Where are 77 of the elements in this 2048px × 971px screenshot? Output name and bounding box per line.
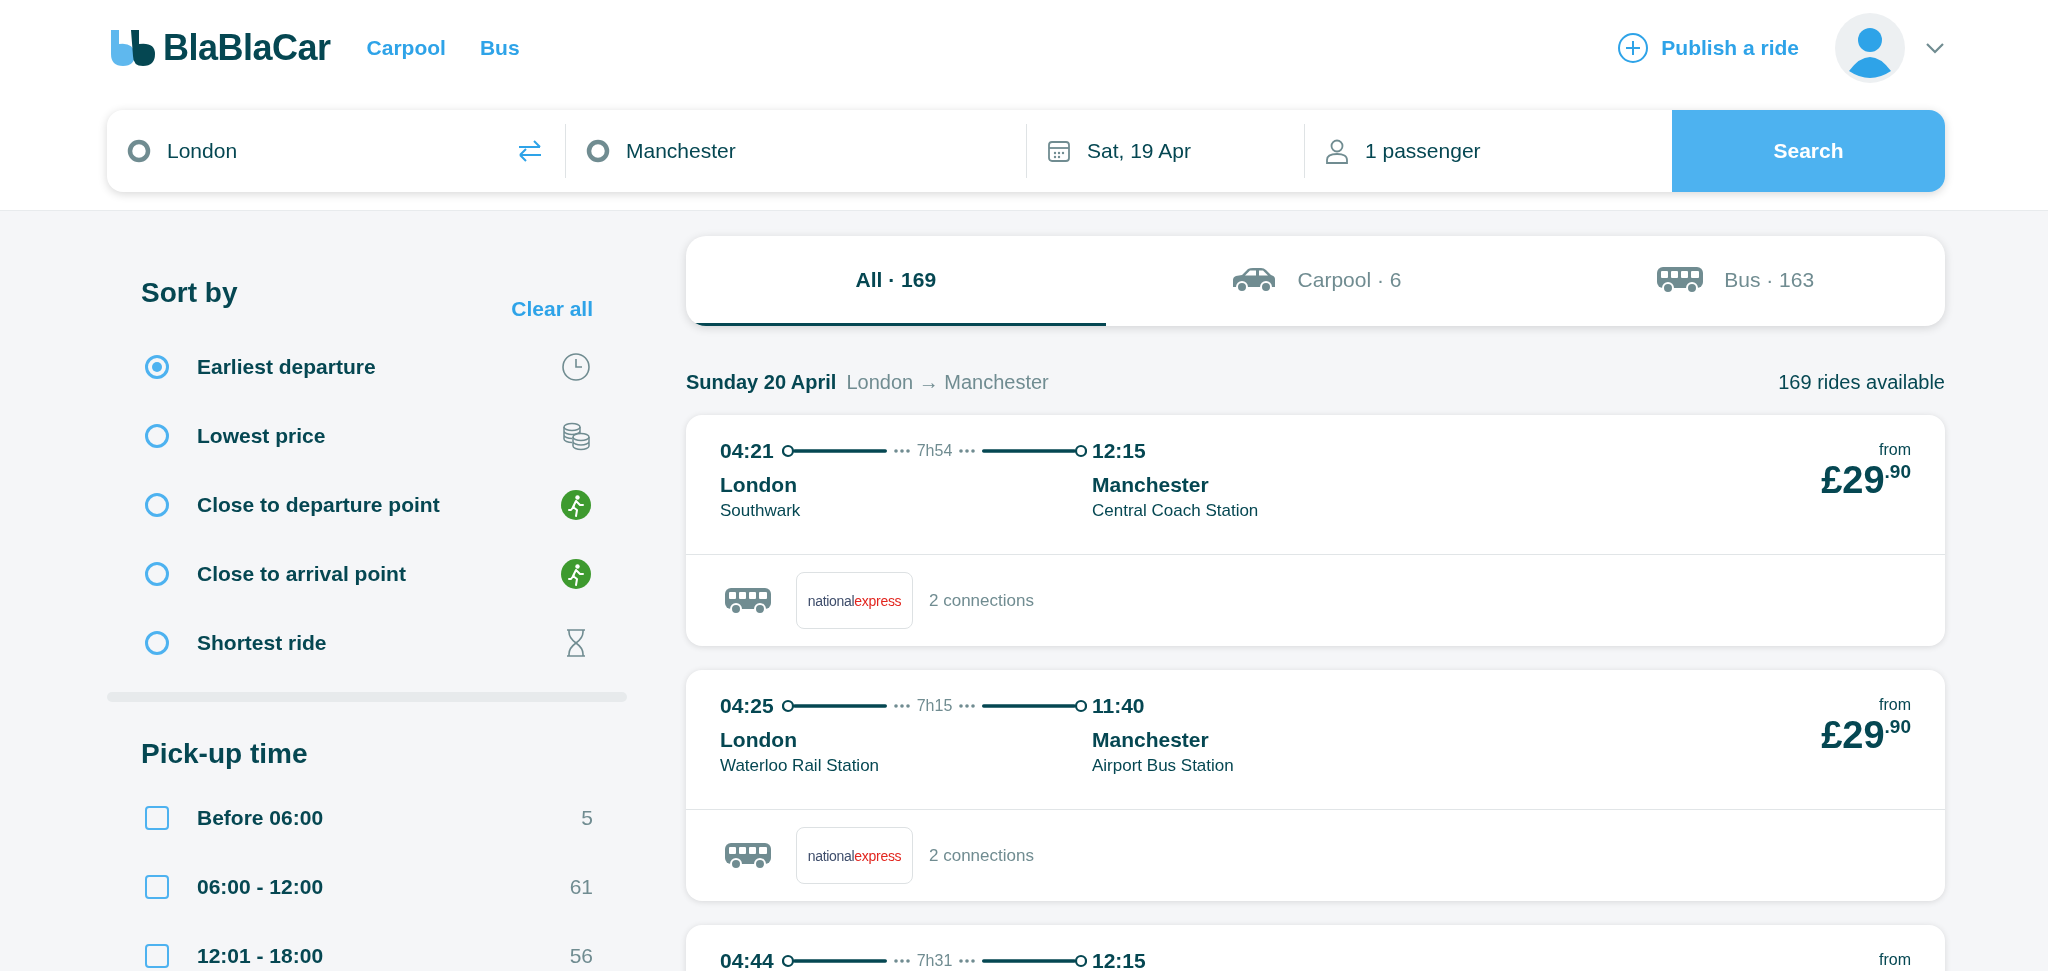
departure-time: 04:44 bbox=[720, 949, 774, 971]
chevron-down-icon[interactable] bbox=[1925, 42, 1945, 54]
walking-person-icon bbox=[561, 559, 591, 589]
radio-button[interactable] bbox=[145, 355, 169, 379]
checkbox[interactable] bbox=[145, 944, 169, 968]
plus-circle-icon bbox=[1617, 32, 1650, 64]
option-label[interactable]: 06:00 - 12:00 bbox=[197, 875, 570, 899]
option-count: 56 bbox=[569, 944, 593, 968]
brand-name[interactable]: BlaBlaCar bbox=[163, 27, 331, 69]
swap-icon bbox=[517, 139, 543, 163]
tab[interactable]: All · 169 bbox=[686, 236, 1106, 326]
coins-icon bbox=[561, 421, 591, 451]
departure-city: London bbox=[720, 728, 798, 752]
price-label: from bbox=[1879, 951, 1911, 969]
arrival-time: 11:40 bbox=[1092, 694, 1145, 718]
avatar-icon[interactable] bbox=[1835, 13, 1905, 83]
option-label[interactable]: Shortest ride bbox=[197, 631, 561, 655]
departure-station: Southwark bbox=[720, 501, 802, 521]
radio-button[interactable] bbox=[145, 631, 169, 655]
walking-person-icon bbox=[561, 490, 591, 520]
section-title: Pick-up time bbox=[141, 738, 309, 770]
arrival-time: 12:15 bbox=[1092, 949, 1146, 971]
arrival-city: Manchester bbox=[1092, 728, 1210, 752]
ride-card[interactable]: 04:25 7h15 11:40 London Waterloo Rail Station Manchester Airport Bus Station from £29$^{.90}$ nationalexpress 2 connections bbox=[686, 670, 1945, 901]
ride-card[interactable]: 04:44 7h31 12:15 from bbox=[686, 925, 1945, 971]
arrival-city: Manchester bbox=[1092, 473, 1210, 497]
results-count: 169 rides available bbox=[1778, 370, 1945, 394]
duration: 7h15 bbox=[916, 697, 953, 715]
option-label[interactable]: Close to departure point bbox=[197, 493, 561, 517]
bus-icon bbox=[724, 586, 772, 615]
radio-button[interactable] bbox=[145, 424, 169, 448]
section-title: Sort by bbox=[141, 277, 238, 309]
operator-logo: nationalexpress bbox=[796, 827, 913, 884]
calendar-icon bbox=[1047, 139, 1071, 163]
destination-field[interactable]: Manchester bbox=[566, 124, 1026, 178]
operator-logo: nationalexpress bbox=[796, 572, 913, 629]
duration: 7h54 bbox=[916, 442, 953, 460]
bus-icon bbox=[724, 841, 772, 870]
price: £29$^{.90}$ bbox=[1821, 459, 1911, 502]
passengers-field[interactable]: 1 passenger bbox=[1305, 124, 1672, 178]
tab[interactable]: Bus · 163 bbox=[1525, 236, 1945, 326]
circle-icon bbox=[127, 139, 151, 163]
price-label: from bbox=[1878, 441, 1911, 459]
option-count: 5 bbox=[581, 806, 593, 830]
option-label[interactable]: 12:01 - 18:00 bbox=[197, 944, 570, 968]
checkbox[interactable] bbox=[145, 806, 169, 830]
ride-card[interactable]: 04:21 7h54 12:15 London Southwark Manchester Central Coach Station from £29$^{.90}$ nationalexpress 2 connections bbox=[686, 415, 1945, 646]
arrival-station: Central Coach Station bbox=[1092, 501, 1259, 521]
departure-station: Waterloo Rail Station bbox=[720, 756, 881, 776]
option-label[interactable]: Close to arrival point bbox=[197, 562, 561, 586]
price: £29$^{.90}$ bbox=[1821, 714, 1911, 757]
bus-icon bbox=[1656, 265, 1705, 294]
arrival-time: 12:15 bbox=[1092, 439, 1146, 463]
arrival-station: Airport Bus Station bbox=[1092, 756, 1234, 776]
departure-city: London bbox=[720, 473, 798, 497]
clock-icon bbox=[561, 352, 591, 382]
person-icon bbox=[1325, 138, 1349, 164]
departure-time: 04:25 bbox=[720, 694, 774, 718]
results-route: London → Manchester bbox=[846, 370, 1049, 394]
option-label[interactable]: Earliest departure bbox=[197, 355, 561, 379]
connections-count: 2 connections bbox=[929, 590, 1034, 611]
tab[interactable]: Carpool · 6 bbox=[1105, 236, 1526, 326]
origin-field[interactable]: London bbox=[107, 124, 517, 178]
circle-icon bbox=[586, 139, 610, 163]
radio-button[interactable] bbox=[145, 562, 169, 586]
date-field[interactable]: Sat, 19 Apr bbox=[1027, 124, 1304, 178]
swap-button[interactable] bbox=[517, 139, 543, 163]
option-label[interactable]: Lowest price bbox=[197, 424, 561, 448]
option-label[interactable]: Before 06:00 bbox=[197, 806, 582, 830]
checkbox[interactable] bbox=[145, 875, 169, 899]
radio-button[interactable] bbox=[145, 493, 169, 517]
price-label: from bbox=[1878, 696, 1911, 714]
duration: 7h31 bbox=[916, 952, 953, 970]
connections-count: 2 connections bbox=[929, 845, 1034, 866]
option-count: 61 bbox=[569, 875, 593, 899]
departure-time: 04:21 bbox=[720, 439, 774, 463]
results-date: Sunday 20 April bbox=[686, 370, 837, 394]
